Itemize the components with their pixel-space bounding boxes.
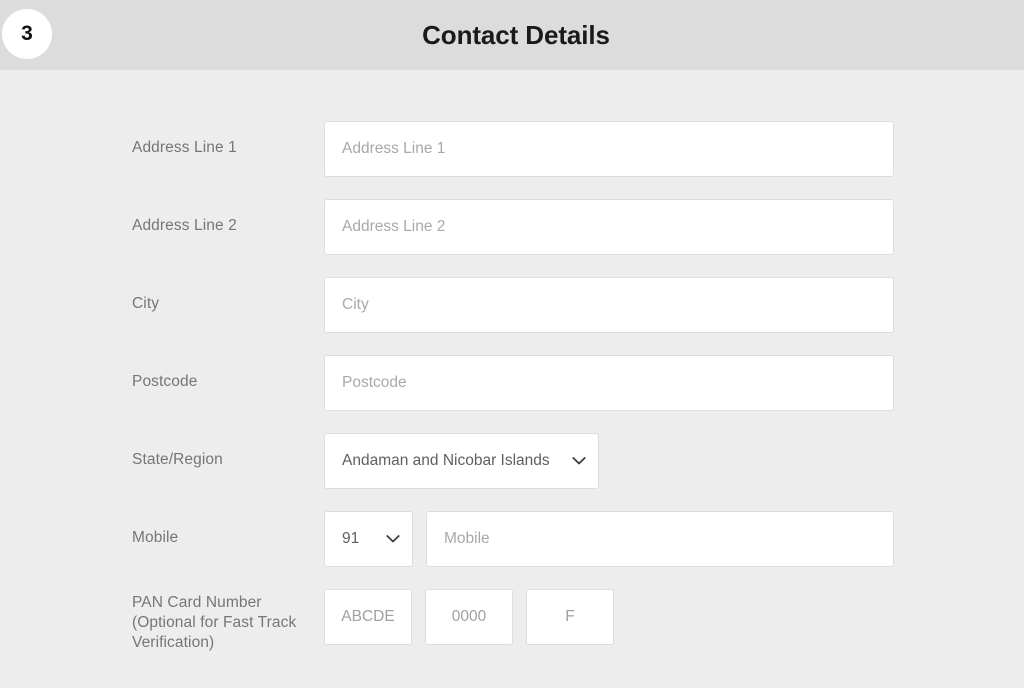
step-badge: 3: [2, 9, 52, 59]
form-row-state-region: State/Region Andaman and Nicobar Islands: [0, 433, 1024, 511]
label-address-line-2: Address Line 2: [132, 217, 237, 234]
mobile-number-input[interactable]: [426, 511, 894, 567]
state-region-selected-value: Andaman and Nicobar Islands: [342, 452, 550, 469]
label-pan-line-3: Verification): [132, 634, 215, 651]
label-postcode: Postcode: [132, 373, 198, 390]
controls-pan-card-number: [324, 589, 614, 645]
form-row-city: City: [0, 277, 1024, 355]
form-row-mobile: Mobile 91: [0, 511, 1024, 589]
label-pan-line-1: PAN Card Number: [132, 594, 262, 611]
label-city: City: [132, 295, 160, 312]
form-row-postcode: Postcode: [0, 355, 1024, 433]
pan-digits-input[interactable]: [425, 589, 513, 645]
pan-letters-input[interactable]: [324, 589, 412, 645]
controls-address-line-1: [324, 121, 894, 177]
page-header: 3 Contact Details: [0, 0, 1024, 70]
page-title: Contact Details: [422, 19, 610, 50]
controls-postcode: [324, 355, 894, 411]
label-pan-card-number: PAN Card Number (Optional for Fast Track…: [132, 593, 317, 653]
state-region-select[interactable]: Andaman and Nicobar Islands: [324, 433, 599, 489]
country-code-select[interactable]: 91: [324, 511, 413, 567]
form-row-address-line-1: Address Line 1: [0, 121, 1024, 199]
country-code-value: 91: [342, 530, 360, 547]
pan-last-letter-input[interactable]: [526, 589, 614, 645]
label-state-region: State/Region: [132, 451, 223, 468]
label-pan-line-2: (Optional for Fast Track: [132, 614, 297, 631]
label-address-line-1: Address Line 1: [132, 139, 237, 156]
form-row-pan-card-number: PAN Card Number (Optional for Fast Track…: [0, 589, 1024, 667]
address-line-2-input[interactable]: [324, 199, 894, 255]
city-input[interactable]: [324, 277, 894, 333]
controls-mobile: 91: [324, 511, 894, 567]
contact-details-form: Address Line 1 Address Line 2 City Postc…: [0, 70, 1024, 667]
form-row-address-line-2: Address Line 2: [0, 199, 1024, 277]
controls-state-region: Andaman and Nicobar Islands: [324, 433, 599, 489]
step-number: 3: [21, 22, 33, 45]
state-region-select-wrap[interactable]: Andaman and Nicobar Islands: [324, 433, 599, 489]
controls-address-line-2: [324, 199, 894, 255]
postcode-input[interactable]: [324, 355, 894, 411]
label-mobile: Mobile: [132, 529, 179, 546]
address-line-1-input[interactable]: [324, 121, 894, 177]
country-code-select-wrap[interactable]: 91: [324, 511, 413, 567]
controls-city: [324, 277, 894, 333]
